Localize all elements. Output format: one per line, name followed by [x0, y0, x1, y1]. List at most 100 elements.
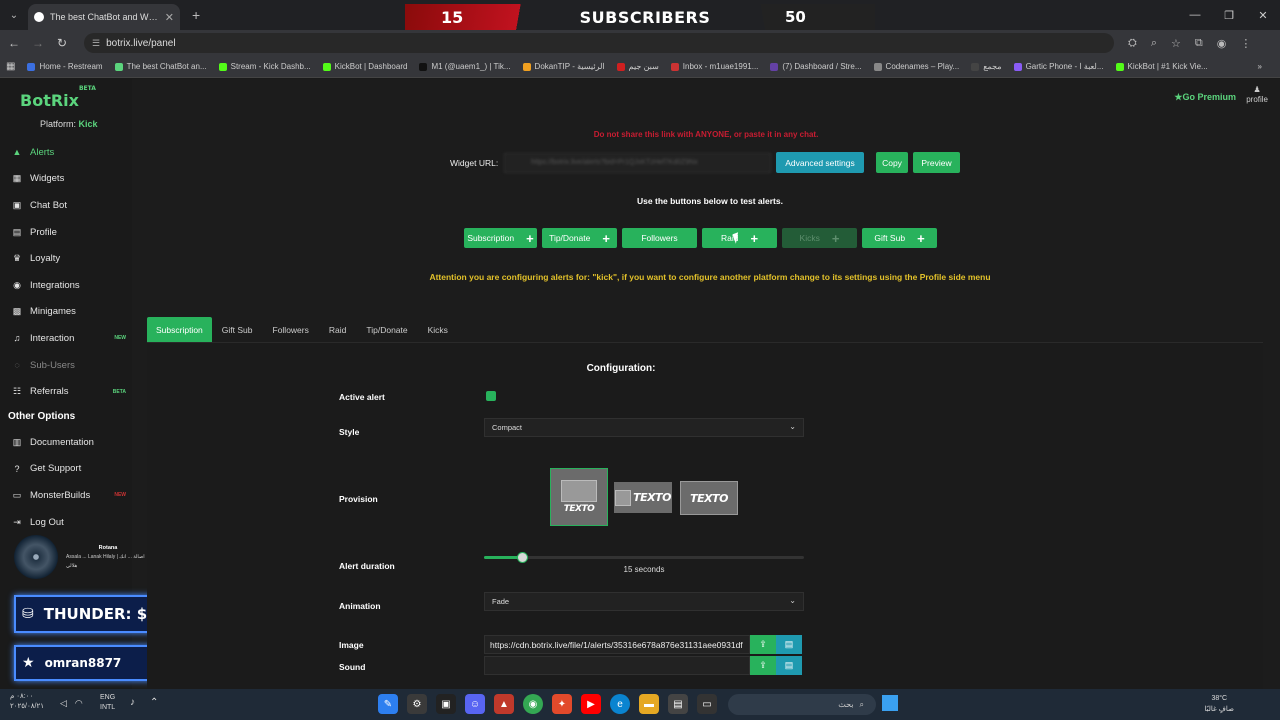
sound-library-icon[interactable]: ▤	[776, 656, 802, 675]
taskbar-clock[interactable]: ٠٨:٠٠ م ٢٠٢٥/٠٨/٢١	[10, 692, 44, 712]
windows-start-icon[interactable]	[882, 695, 898, 711]
sidebar-item-profile[interactable]: ▤ Profile	[0, 219, 132, 246]
sidebar-item-minigames[interactable]: ▩ Minigames	[0, 299, 132, 326]
tab-raid[interactable]: Raid	[319, 317, 356, 342]
edge-icon[interactable]: e	[610, 694, 630, 714]
reload-icon[interactable]: ↻	[50, 36, 74, 50]
sound-url-input[interactable]	[484, 656, 750, 675]
restore-icon[interactable]: ❐	[1212, 0, 1246, 30]
sidebar-item-chat-bot[interactable]: ▣ Chat Bot	[0, 192, 132, 219]
minimize-icon[interactable]: —	[1178, 0, 1212, 30]
taskbar-search[interactable]: بحث ⌕	[728, 694, 876, 715]
sidebar-item-documentation[interactable]: ▥ Documentation	[0, 429, 132, 456]
animation-select[interactable]: Fade ⌄	[484, 592, 804, 611]
profile-icon: ▤	[12, 226, 22, 237]
bookmark-favicon-icon	[218, 62, 227, 71]
close-window-icon[interactable]: ✕	[1246, 0, 1280, 30]
bookmark-item[interactable]: The best ChatBot an...	[114, 62, 207, 71]
style-select[interactable]: Compact ⌄	[484, 418, 804, 437]
bookmark-item[interactable]: Codenames – Play...	[873, 62, 959, 71]
file-explorer-icon[interactable]: ▬	[639, 694, 659, 714]
image-label: Image	[339, 640, 364, 650]
bookmark-item[interactable]: Home - Restream	[27, 62, 103, 71]
bookmark-item[interactable]: Stream - Kick Dashb...	[218, 62, 311, 71]
extensions-icon[interactable]: ⧉	[1195, 37, 1203, 50]
active-alert-checkbox[interactable]	[486, 391, 496, 401]
translate-icon[interactable]: ⛭	[1128, 37, 1137, 50]
sidebar-item-referrals[interactable]: ☷ Referrals BETA	[0, 378, 132, 405]
bookmark-star-icon[interactable]: ☆	[1171, 37, 1181, 50]
image-library-icon[interactable]: ▤	[776, 635, 802, 654]
url-input[interactable]: ☰ botrix.live/panel	[84, 33, 1114, 53]
browser-tab[interactable]: The best ChatBot and Widgets ✕	[28, 4, 180, 30]
advanced-settings-button[interactable]: Advanced settings	[776, 152, 864, 173]
tray-overflow-icon[interactable]: ⌃	[150, 697, 158, 708]
site-info-icon[interactable]: ☰	[92, 38, 100, 49]
tab-tip-donate[interactable]: Tip/Donate	[356, 317, 417, 342]
bookmark-item[interactable]: DokanTIP - الرئيسية	[522, 62, 605, 71]
sidebar-item-get-support[interactable]: ? Get Support	[0, 456, 132, 483]
discord-icon[interactable]: ☺	[465, 694, 485, 714]
speaker-icon[interactable]: ◁	[60, 698, 67, 709]
bookmark-item[interactable]: M1 (@uaem1_) | Tik...	[419, 62, 511, 71]
copy-button[interactable]: Copy	[876, 152, 908, 173]
widget-url-field[interactable]: https://botrix.live/alerts?bid=Pr1QJxKTz…	[504, 152, 771, 173]
sidebar-item-integrations[interactable]: ◉ Integrations	[0, 272, 132, 299]
forward-icon[interactable]: →	[26, 36, 50, 50]
bookmark-item[interactable]: سبن جيم	[616, 62, 659, 71]
tab-close-icon[interactable]: ✕	[165, 11, 174, 24]
youtube-icon[interactable]: ▶	[581, 694, 601, 714]
weather-widget[interactable]: 38°C صافٍ غالبًا	[1205, 693, 1234, 715]
image-url-input[interactable]: https://cdn.botrix.live/file/1/alerts/35…	[484, 635, 750, 654]
back-icon[interactable]: ←	[2, 36, 26, 50]
sound-upload-icon[interactable]: ⇪	[750, 656, 776, 675]
sidebar-item-loyalty[interactable]: ♛ Loyalty	[0, 245, 132, 272]
input-language[interactable]: ENG INTL	[100, 693, 115, 713]
app-icon[interactable]: ▲	[494, 694, 514, 714]
app-icon[interactable]: ▣	[436, 694, 456, 714]
sidebar-item-monsterbuilds[interactable]: ▭ MonsterBuilds NEW	[0, 482, 132, 509]
provision-option-image-beside-text[interactable]: TEXTO	[614, 482, 672, 513]
tab-gift-sub[interactable]: Gift Sub	[212, 317, 263, 342]
provision-option-image-above-text[interactable]: TEXTO	[550, 468, 608, 526]
bookmark-item[interactable]: KickBot | Dashboard	[322, 62, 407, 71]
test-gift-sub-button[interactable]: Gift Sub +	[862, 228, 937, 248]
sidebar-item-widgets[interactable]: ▦ Widgets	[0, 166, 132, 193]
sidebar-item-interaction[interactable]: ♫ Interaction NEW	[0, 325, 132, 352]
zoom-icon[interactable]: ⌕	[1151, 37, 1157, 50]
wifi-icon[interactable]: ◠	[75, 698, 83, 709]
tab-followers[interactable]: Followers	[263, 317, 319, 342]
preview-button[interactable]: Preview	[913, 152, 960, 173]
test-kicks-button[interactable]: Kicks +	[782, 228, 857, 248]
bookmark-item[interactable]: Gartic Phone - لعبة ا...	[1013, 62, 1104, 71]
botrix-logo[interactable]: BotRixBETA	[20, 85, 96, 110]
profile-avatar-icon[interactable]: ◉	[1217, 37, 1227, 50]
bookmark-item[interactable]: Inbox - m1uae1991...	[670, 62, 758, 71]
chrome-icon[interactable]: ◉	[523, 694, 543, 714]
bookmark-item[interactable]: KickBot | #1 Kick Vie...	[1115, 62, 1208, 71]
new-tab-icon[interactable]: +	[192, 7, 200, 23]
bookmark-item[interactable]: مجمع	[971, 62, 1002, 71]
tab-search-icon[interactable]: ⌄	[0, 0, 28, 30]
tab-subscription[interactable]: Subscription	[147, 317, 212, 342]
app-icon[interactable]: ✎	[378, 694, 398, 714]
sidebar-item-alerts[interactable]: ▲ Alerts	[0, 139, 132, 166]
apps-icon[interactable]: ▦	[6, 61, 15, 72]
app-icon[interactable]: ▭	[697, 694, 717, 714]
test-subscription-button[interactable]: Subscription +	[464, 228, 537, 248]
sidebar-item-log-out[interactable]: ⇥ Log Out	[0, 509, 132, 536]
app-icon[interactable]: ✦	[552, 694, 572, 714]
bookmark-item[interactable]: (7) Dashboard / Stre...	[770, 62, 862, 71]
alert-duration-slider[interactable]	[484, 552, 804, 563]
app-icon[interactable]: ⚙	[407, 694, 427, 714]
provision-text: TEXTO	[563, 504, 595, 514]
test-followers-button[interactable]: Followers	[622, 228, 697, 248]
browser-menu-icon[interactable]: ⋮	[1240, 37, 1251, 50]
image-upload-icon[interactable]: ⇪	[750, 635, 776, 654]
bookmarks-overflow-icon[interactable]: »	[1258, 62, 1262, 71]
tab-kicks[interactable]: Kicks	[418, 317, 458, 342]
provision-option-text-only[interactable]: TEXTO	[680, 481, 738, 515]
mic-icon[interactable]: ♪	[130, 697, 135, 708]
test-tip-donate-button[interactable]: Tip/Donate +	[542, 228, 617, 248]
store-icon[interactable]: ▤	[668, 694, 688, 714]
